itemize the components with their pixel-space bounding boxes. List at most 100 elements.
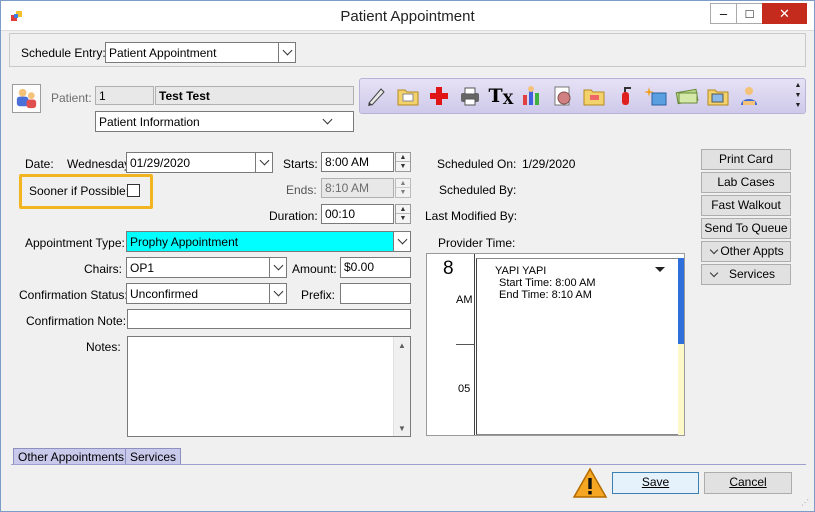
folder-note-icon[interactable]: [395, 83, 421, 109]
fire-extinguisher-icon[interactable]: [612, 83, 638, 109]
chevron-down-icon: [269, 284, 286, 303]
confirmation-note-field[interactable]: [127, 309, 411, 329]
chevron-down-icon: [278, 43, 295, 62]
last-modified-label: Last Modified By:: [425, 209, 518, 223]
chairs-value: OP1: [130, 261, 155, 275]
patient-name-field: Test Test: [155, 86, 354, 105]
notes-textarea[interactable]: ▲ ▼: [127, 336, 411, 437]
services-label: Services: [728, 267, 775, 281]
notes-scrollbar[interactable]: ▲ ▼: [393, 337, 410, 436]
provider-time-calendar: 8 AM 05 YAPI YAPI Start Time: 8:00 AM En…: [426, 253, 685, 436]
starts-label: Starts:: [283, 157, 318, 171]
confirmation-status-value: Unconfirmed: [130, 287, 199, 301]
chairs-label: Chairs:: [84, 262, 123, 276]
appointment-type-select[interactable]: Prophy Appointment: [126, 231, 411, 252]
services-button[interactable]: Services: [701, 264, 791, 285]
duration-label: Duration:: [269, 209, 318, 223]
family-chart-icon[interactable]: [519, 83, 545, 109]
appointment-block[interactable]: YAPI YAPI Start Time: 8:00 AM End Time: …: [476, 258, 680, 435]
patient-info-value: Patient Information: [99, 115, 200, 129]
fast-walkout-label: Fast Walkout: [711, 198, 781, 212]
time-column: 8 AM 05: [427, 254, 475, 435]
printer-icon[interactable]: [457, 83, 483, 109]
ends-spinner: ▲ ▼: [395, 178, 411, 198]
confirmation-status-select[interactable]: Unconfirmed: [126, 283, 287, 304]
scheduled-on-value: 1/29/2020: [522, 157, 576, 171]
tab-baseline: [11, 464, 806, 465]
prefix-label: Prefix:: [301, 288, 336, 302]
prefix-field[interactable]: [340, 283, 411, 304]
lab-cases-button[interactable]: Lab Cases: [701, 172, 791, 193]
notes-label: Notes:: [86, 340, 121, 354]
scroll-down-icon[interactable]: ▼: [394, 420, 410, 436]
send-to-queue-button[interactable]: Send To Queue: [701, 218, 791, 239]
brain-scan-icon[interactable]: [550, 83, 576, 109]
schedule-entry-value: Patient Appointment: [109, 46, 217, 60]
resize-grip-icon[interactable]: ⋰: [801, 498, 811, 508]
minimize-button[interactable]: –: [710, 3, 737, 24]
open-time-bar: [678, 344, 684, 435]
date-value: 01/29/2020: [130, 156, 191, 170]
sooner-label: Sooner if Possible:: [29, 184, 130, 198]
am-label: AM: [456, 294, 473, 306]
time-divider: [456, 344, 475, 345]
patient-family-icon: [16, 88, 37, 109]
chevron-down-icon: [301, 112, 353, 131]
send-to-queue-label: Send To Queue: [704, 221, 788, 235]
folder-image-icon[interactable]: [705, 83, 731, 109]
other-appts-button[interactable]: Other Appts: [701, 241, 791, 262]
chevron-down-icon: [709, 268, 719, 278]
folder-tooth-icon[interactable]: [581, 83, 607, 109]
date-picker[interactable]: 01/29/2020: [126, 152, 273, 173]
user-hand-icon[interactable]: [736, 83, 762, 109]
lab-cases-label: Lab Cases: [717, 175, 775, 189]
scheduled-by-label: Scheduled By:: [439, 183, 517, 197]
chairs-select[interactable]: OP1: [126, 257, 287, 278]
warning-icon[interactable]: [572, 467, 608, 499]
patient-info-select[interactable]: Patient Information: [95, 111, 354, 132]
appointment-type-value: Prophy Appointment: [130, 235, 239, 249]
scroll-up-icon[interactable]: ▲: [394, 337, 410, 353]
ends-label: Ends:: [286, 183, 317, 197]
maximize-button[interactable]: □: [736, 3, 763, 24]
appt-menu-icon[interactable]: [655, 267, 665, 272]
tab-services[interactable]: Services: [125, 448, 182, 465]
window-title: Patient Appointment: [340, 8, 475, 25]
starts-spinner[interactable]: ▲ ▼: [395, 152, 411, 172]
chevron-down-icon: [255, 153, 272, 172]
print-card-label: Print Card: [718, 152, 774, 166]
save-button[interactable]: Save: [612, 472, 699, 494]
edit-pen-icon[interactable]: [364, 83, 390, 109]
rx-icon[interactable]: TX: [488, 83, 514, 109]
sparkle-folder-icon[interactable]: [643, 83, 669, 109]
patient-label: Patient:: [51, 91, 92, 105]
chevron-down-icon: [709, 245, 719, 255]
select-patient-button[interactable]: [12, 84, 41, 113]
title-bar: Patient Appointment – □ ✕: [1, 1, 814, 31]
print-card-button[interactable]: Print Card: [701, 149, 791, 170]
appointment-type-label: Appointment Type:: [25, 236, 125, 250]
confirmation-status-label: Confirmation Status:: [19, 288, 128, 302]
duration-field[interactable]: 00:10: [321, 204, 394, 224]
save-label: Save: [641, 475, 670, 489]
starts-field[interactable]: 8:00 AM: [321, 152, 394, 172]
amount-field[interactable]: $0.00: [340, 257, 411, 278]
minute-label: 05: [458, 383, 471, 395]
date-label: Date:: [25, 157, 54, 171]
toolbar-scroll[interactable]: ▲ ▼ ▼: [793, 81, 803, 111]
fast-walkout-button[interactable]: Fast Walkout: [701, 195, 791, 216]
schedule-entry-select[interactable]: Patient Appointment: [105, 42, 296, 63]
tab-other-appointments[interactable]: Other Appointments: [13, 448, 130, 465]
duration-spinner[interactable]: ▲ ▼: [395, 204, 411, 224]
appt-start: Start Time: 8:00 AM: [499, 277, 596, 289]
patient-id-field: 1: [95, 86, 154, 105]
sooner-checkbox[interactable]: [127, 184, 140, 197]
medical-cross-icon[interactable]: [426, 83, 452, 109]
cancel-button[interactable]: Cancel: [704, 472, 792, 494]
amount-label: Amount:: [292, 262, 337, 276]
close-button[interactable]: ✕: [762, 3, 807, 24]
cash-icon[interactable]: [674, 83, 700, 109]
provider-time-label: Provider Time:: [438, 236, 516, 250]
schedule-entry-label: Schedule Entry:: [21, 46, 106, 60]
appt-title: YAPI YAPI: [495, 265, 547, 277]
